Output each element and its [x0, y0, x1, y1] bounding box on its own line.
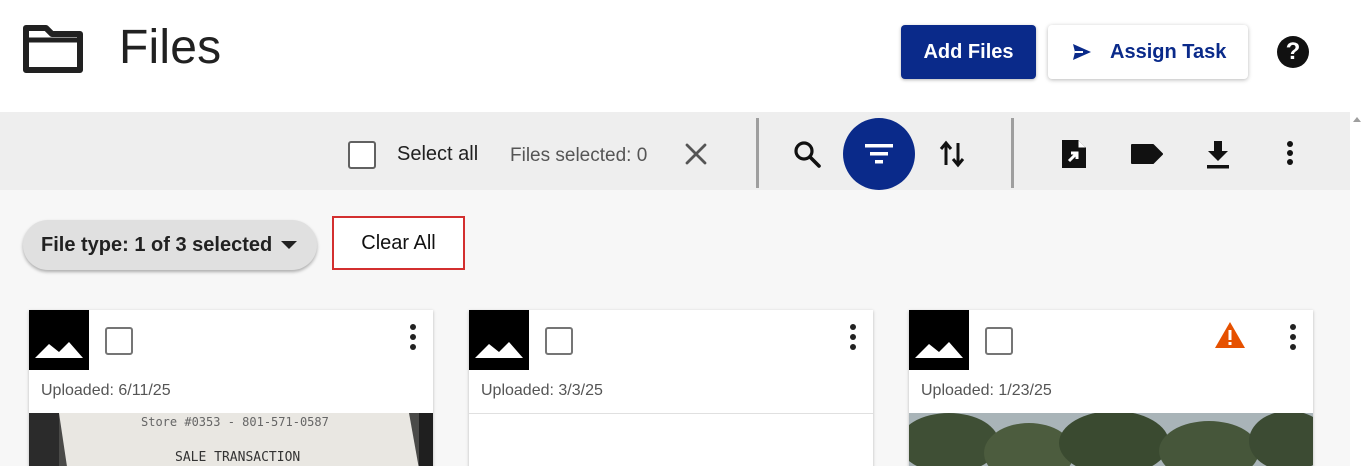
select-all-label: Select all — [397, 143, 479, 165]
more-vert-icon[interactable] — [1275, 138, 1305, 170]
dropdown-caret-icon — [281, 241, 297, 249]
image-icon — [469, 310, 529, 370]
files-selected-count: Files selected: 0 — [510, 145, 648, 166]
page-header: Files Add Files Assign Task ? — [0, 0, 1365, 112]
image-icon — [909, 310, 969, 370]
trees-photo — [909, 413, 1313, 466]
search-icon[interactable] — [792, 139, 822, 169]
file-type-filter-chip[interactable]: File type: 1 of 3 selected — [23, 220, 317, 270]
file-preview-image[interactable] — [909, 413, 1313, 466]
assign-task-label: Assign Task — [1110, 40, 1227, 63]
file-toolbar: Select all Files selected: 0 — [0, 112, 1350, 190]
file-select-checkbox[interactable] — [545, 327, 573, 355]
tag-icon[interactable] — [1130, 138, 1164, 170]
clear-all-button[interactable]: Clear All — [332, 216, 465, 270]
file-type-filter-label: File type: 1 of 3 selected — [41, 233, 273, 256]
more-vert-icon[interactable] — [405, 322, 421, 352]
upload-date: Uploaded: 6/11/25 — [41, 382, 171, 399]
file-preview-image[interactable]: Store #0353 - 801-571-0587 SALE TRANSACT… — [29, 413, 433, 466]
file-card[interactable]: Uploaded: 1/23/25 — [909, 310, 1313, 466]
close-icon[interactable] — [684, 142, 708, 166]
file-card[interactable]: Uploaded: 3/3/25 — [469, 310, 873, 466]
more-vert-icon[interactable] — [1285, 322, 1301, 352]
receipt-photo: Store #0353 - 801-571-0587 SALE TRANSACT… — [29, 413, 433, 466]
assign-task-button[interactable]: Assign Task — [1048, 25, 1248, 79]
page-title: Files — [119, 21, 222, 74]
toolbar-divider — [756, 118, 759, 188]
download-icon[interactable] — [1203, 138, 1233, 170]
upload-date: Uploaded: 1/23/25 — [921, 382, 1052, 399]
receipt-line-1: Store #0353 - 801-571-0587 — [141, 415, 329, 429]
sort-icon[interactable] — [938, 139, 966, 169]
file-preview-image[interactable] — [469, 413, 873, 466]
image-icon — [29, 310, 89, 370]
file-card[interactable]: Uploaded: 6/11/25 Store #0353 - 801-571-… — [29, 310, 433, 466]
send-icon — [1073, 44, 1091, 60]
upload-date: Uploaded: 3/3/25 — [481, 382, 603, 399]
add-files-button[interactable]: Add Files — [901, 25, 1036, 79]
receipt-line-2: SALE TRANSACTION — [175, 450, 300, 465]
files-page: Files Add Files Assign Task ? Select all… — [0, 0, 1365, 466]
file-export-icon[interactable] — [1059, 138, 1089, 170]
filter-button[interactable] — [843, 118, 915, 190]
select-all-checkbox[interactable] — [348, 141, 376, 169]
help-icon[interactable]: ? — [1277, 36, 1309, 68]
scroll-up-arrow-icon[interactable] — [1352, 114, 1362, 124]
warning-icon — [1215, 322, 1245, 348]
file-select-checkbox[interactable] — [105, 327, 133, 355]
content-area: File type: 1 of 3 selected Clear All Upl… — [0, 190, 1350, 466]
filter-icon — [865, 144, 893, 164]
toolbar-divider — [1011, 118, 1014, 188]
folder-icon — [23, 25, 83, 73]
file-select-checkbox[interactable] — [985, 327, 1013, 355]
more-vert-icon[interactable] — [845, 322, 861, 352]
